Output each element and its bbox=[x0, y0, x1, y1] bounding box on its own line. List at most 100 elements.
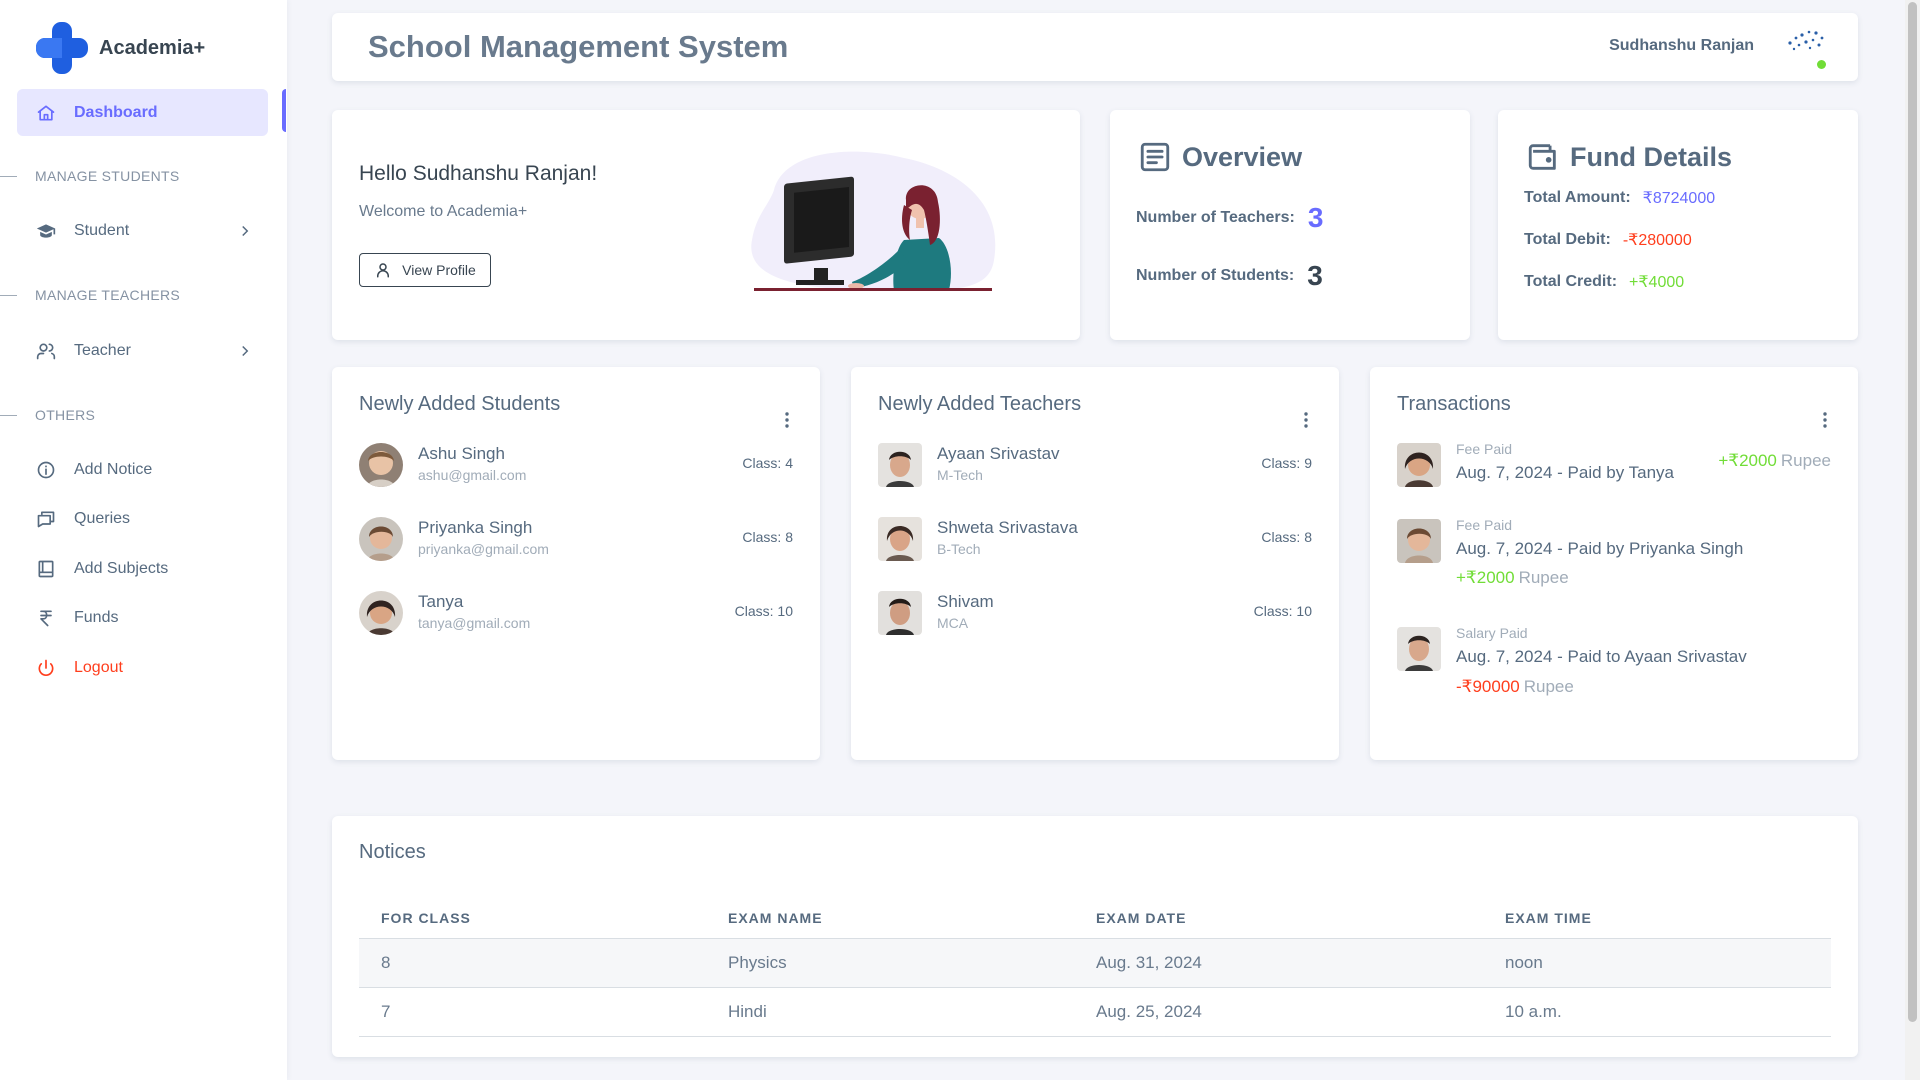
chevron-right-icon bbox=[242, 225, 249, 237]
woman-at-computer-illustration bbox=[751, 151, 996, 291]
fund-details-title: Fund Details bbox=[1526, 140, 1732, 174]
section-others: OTHERS bbox=[0, 405, 95, 425]
sidebar-item-logout[interactable]: Logout bbox=[17, 646, 268, 690]
transaction-amount: +₹2000 bbox=[1718, 451, 1777, 470]
list-item[interactable]: Ayaan Srivastav M-Tech Class: 9 bbox=[878, 441, 1312, 489]
card-title: Notices bbox=[359, 841, 426, 863]
transaction-amount-group: +₹2000 Rupee bbox=[1718, 451, 1831, 471]
section-manage-teachers: MANAGE TEACHERS bbox=[0, 285, 180, 305]
avatar bbox=[878, 517, 922, 561]
new-students-card: Newly Added Students Ashu Singh ashu@gma… bbox=[332, 367, 820, 760]
card-title: Newly Added Students bbox=[359, 393, 561, 415]
page-scrollbar[interactable] bbox=[1905, 0, 1920, 1080]
students-count-value: 3 bbox=[1307, 260, 1323, 291]
transaction-item[interactable]: Fee Paid Aug. 7, 2024 - Paid by Tanya +₹… bbox=[1397, 441, 1831, 489]
user-name[interactable]: Sudhanshu Ranjan bbox=[1609, 37, 1754, 55]
teacher-qualification: B-Tech bbox=[937, 541, 981, 557]
transaction-unit: Rupee bbox=[1780, 451, 1831, 470]
view-profile-button[interactable]: View Profile bbox=[359, 253, 491, 287]
teachers-count-row: Number of Teachers: 3 bbox=[1136, 202, 1323, 234]
sidebar-item-label: Logout bbox=[74, 659, 123, 676]
online-status-dot bbox=[1817, 60, 1826, 69]
transaction-amount-group: -₹90000 Rupee bbox=[1456, 677, 1574, 697]
avatar[interactable] bbox=[1784, 25, 1828, 69]
table-cell: Physics bbox=[706, 938, 1074, 988]
sidebar-item-student[interactable]: Student bbox=[17, 209, 268, 253]
student-class: Class: 4 bbox=[742, 455, 793, 471]
transaction-unit: Rupee bbox=[1523, 677, 1574, 696]
avatar bbox=[359, 517, 403, 561]
table-cell: 7 bbox=[359, 987, 706, 1037]
teacher-class: Class: 10 bbox=[1253, 603, 1312, 619]
sidebar-item-dashboard[interactable]: Dashboard bbox=[17, 89, 268, 136]
power-icon bbox=[35, 657, 57, 679]
table-row[interactable]: 8 Physics Aug. 31, 2024 noon bbox=[359, 938, 1831, 988]
avatar bbox=[1397, 627, 1441, 671]
list-item[interactable]: Shweta Srivastava B-Tech Class: 8 bbox=[878, 515, 1312, 563]
avatar bbox=[359, 591, 403, 635]
teacher-name: Shweta Srivastava bbox=[937, 518, 1078, 537]
transaction-item[interactable]: Fee Paid Aug. 7, 2024 - Paid by Priyanka… bbox=[1397, 517, 1831, 589]
total-amount-row: Total Amount: ₹8724000 bbox=[1524, 188, 1715, 208]
brand[interactable]: Academia+ bbox=[34, 20, 205, 76]
avatar bbox=[359, 443, 403, 487]
info-icon bbox=[35, 459, 57, 481]
home-icon bbox=[35, 102, 57, 124]
more-options-icon[interactable] bbox=[1303, 411, 1309, 429]
sidebar-item-funds[interactable]: Funds bbox=[17, 596, 268, 640]
table-header-row: FOR CLASS EXAM NAME EXAM DATE EXAM TIME bbox=[359, 898, 1831, 939]
sidebar-item-label: Teacher bbox=[74, 342, 131, 359]
table-cell: Hindi bbox=[706, 987, 1074, 1037]
total-credit-label: Total Credit: bbox=[1524, 273, 1618, 290]
messages-icon bbox=[35, 508, 57, 530]
table-row[interactable]: 7 Hindi Aug. 25, 2024 10 a.m. bbox=[359, 987, 1831, 1037]
student-name: Ashu Singh bbox=[418, 444, 505, 463]
sidebar-item-teacher[interactable]: Teacher bbox=[17, 329, 268, 373]
column-header: EXAM TIME bbox=[1483, 898, 1831, 939]
scrollbar-thumb[interactable] bbox=[1908, 2, 1917, 1022]
student-class: Class: 10 bbox=[734, 603, 793, 619]
transaction-type: Fee Paid bbox=[1456, 441, 1513, 457]
teacher-qualification: M-Tech bbox=[937, 467, 983, 483]
list-item[interactable]: Ashu Singh ashu@gmail.com Class: 4 bbox=[359, 441, 793, 489]
table-cell: 8 bbox=[359, 938, 706, 988]
transaction-description: Aug. 7, 2024 - Paid by Priyanka Singh bbox=[1456, 539, 1744, 558]
transaction-unit: Rupee bbox=[1518, 568, 1569, 587]
sidebar-item-label: Add Notice bbox=[74, 461, 153, 478]
wallet-icon bbox=[1528, 144, 1556, 170]
list-item[interactable]: Tanya tanya@gmail.com Class: 10 bbox=[359, 589, 793, 637]
list-item[interactable]: Priyanka Singh priyanka@gmail.com Class:… bbox=[359, 515, 793, 563]
student-name: Tanya bbox=[418, 592, 464, 611]
more-options-icon[interactable] bbox=[1822, 411, 1828, 429]
teacher-class: Class: 9 bbox=[1261, 455, 1312, 471]
avatar bbox=[878, 591, 922, 635]
table-cell: Aug. 31, 2024 bbox=[1074, 938, 1483, 988]
transaction-item[interactable]: Salary Paid Aug. 7, 2024 - Paid to Ayaan… bbox=[1397, 625, 1831, 697]
overview-title: Overview bbox=[1138, 140, 1302, 174]
total-debit-value: -₹280000 bbox=[1622, 232, 1692, 249]
sidebar-item-queries[interactable]: Queries bbox=[17, 497, 268, 541]
graduation-cap-icon bbox=[35, 220, 57, 242]
sidebar-item-add-subjects[interactable]: Add Subjects bbox=[17, 547, 268, 591]
table-cell: noon bbox=[1483, 938, 1831, 988]
card-title: Transactions bbox=[1397, 393, 1511, 415]
notices-card: Notices FOR CLASS EXAM NAME EXAM DATE EX… bbox=[332, 816, 1858, 1057]
transaction-amount: +₹2000 bbox=[1456, 568, 1515, 587]
table-cell: Aug. 25, 2024 bbox=[1074, 987, 1483, 1037]
new-teachers-card: Newly Added Teachers Ayaan Srivastav M-T… bbox=[851, 367, 1339, 760]
list-item[interactable]: Shivam MCA Class: 10 bbox=[878, 589, 1312, 637]
transaction-type: Fee Paid bbox=[1456, 517, 1513, 533]
chevron-right-icon bbox=[242, 345, 249, 357]
sidebar: Academia+ Dashboard MANAGE STUDENTS Stud… bbox=[0, 0, 287, 1080]
avatar bbox=[1397, 443, 1441, 487]
student-email: tanya@gmail.com bbox=[418, 615, 531, 631]
section-heading: OTHERS bbox=[35, 407, 96, 423]
section-heading: MANAGE STUDENTS bbox=[35, 168, 180, 184]
student-email: priyanka@gmail.com bbox=[418, 541, 549, 557]
sidebar-item-label: Dashboard bbox=[74, 103, 158, 121]
fund-details-title-text: Fund Details bbox=[1570, 141, 1733, 172]
transaction-description: Aug. 7, 2024 - Paid to Ayaan Srivastav bbox=[1456, 647, 1747, 666]
sidebar-item-add-notice[interactable]: Add Notice bbox=[17, 448, 268, 492]
more-options-icon[interactable] bbox=[784, 411, 790, 429]
user-icon bbox=[377, 263, 390, 278]
